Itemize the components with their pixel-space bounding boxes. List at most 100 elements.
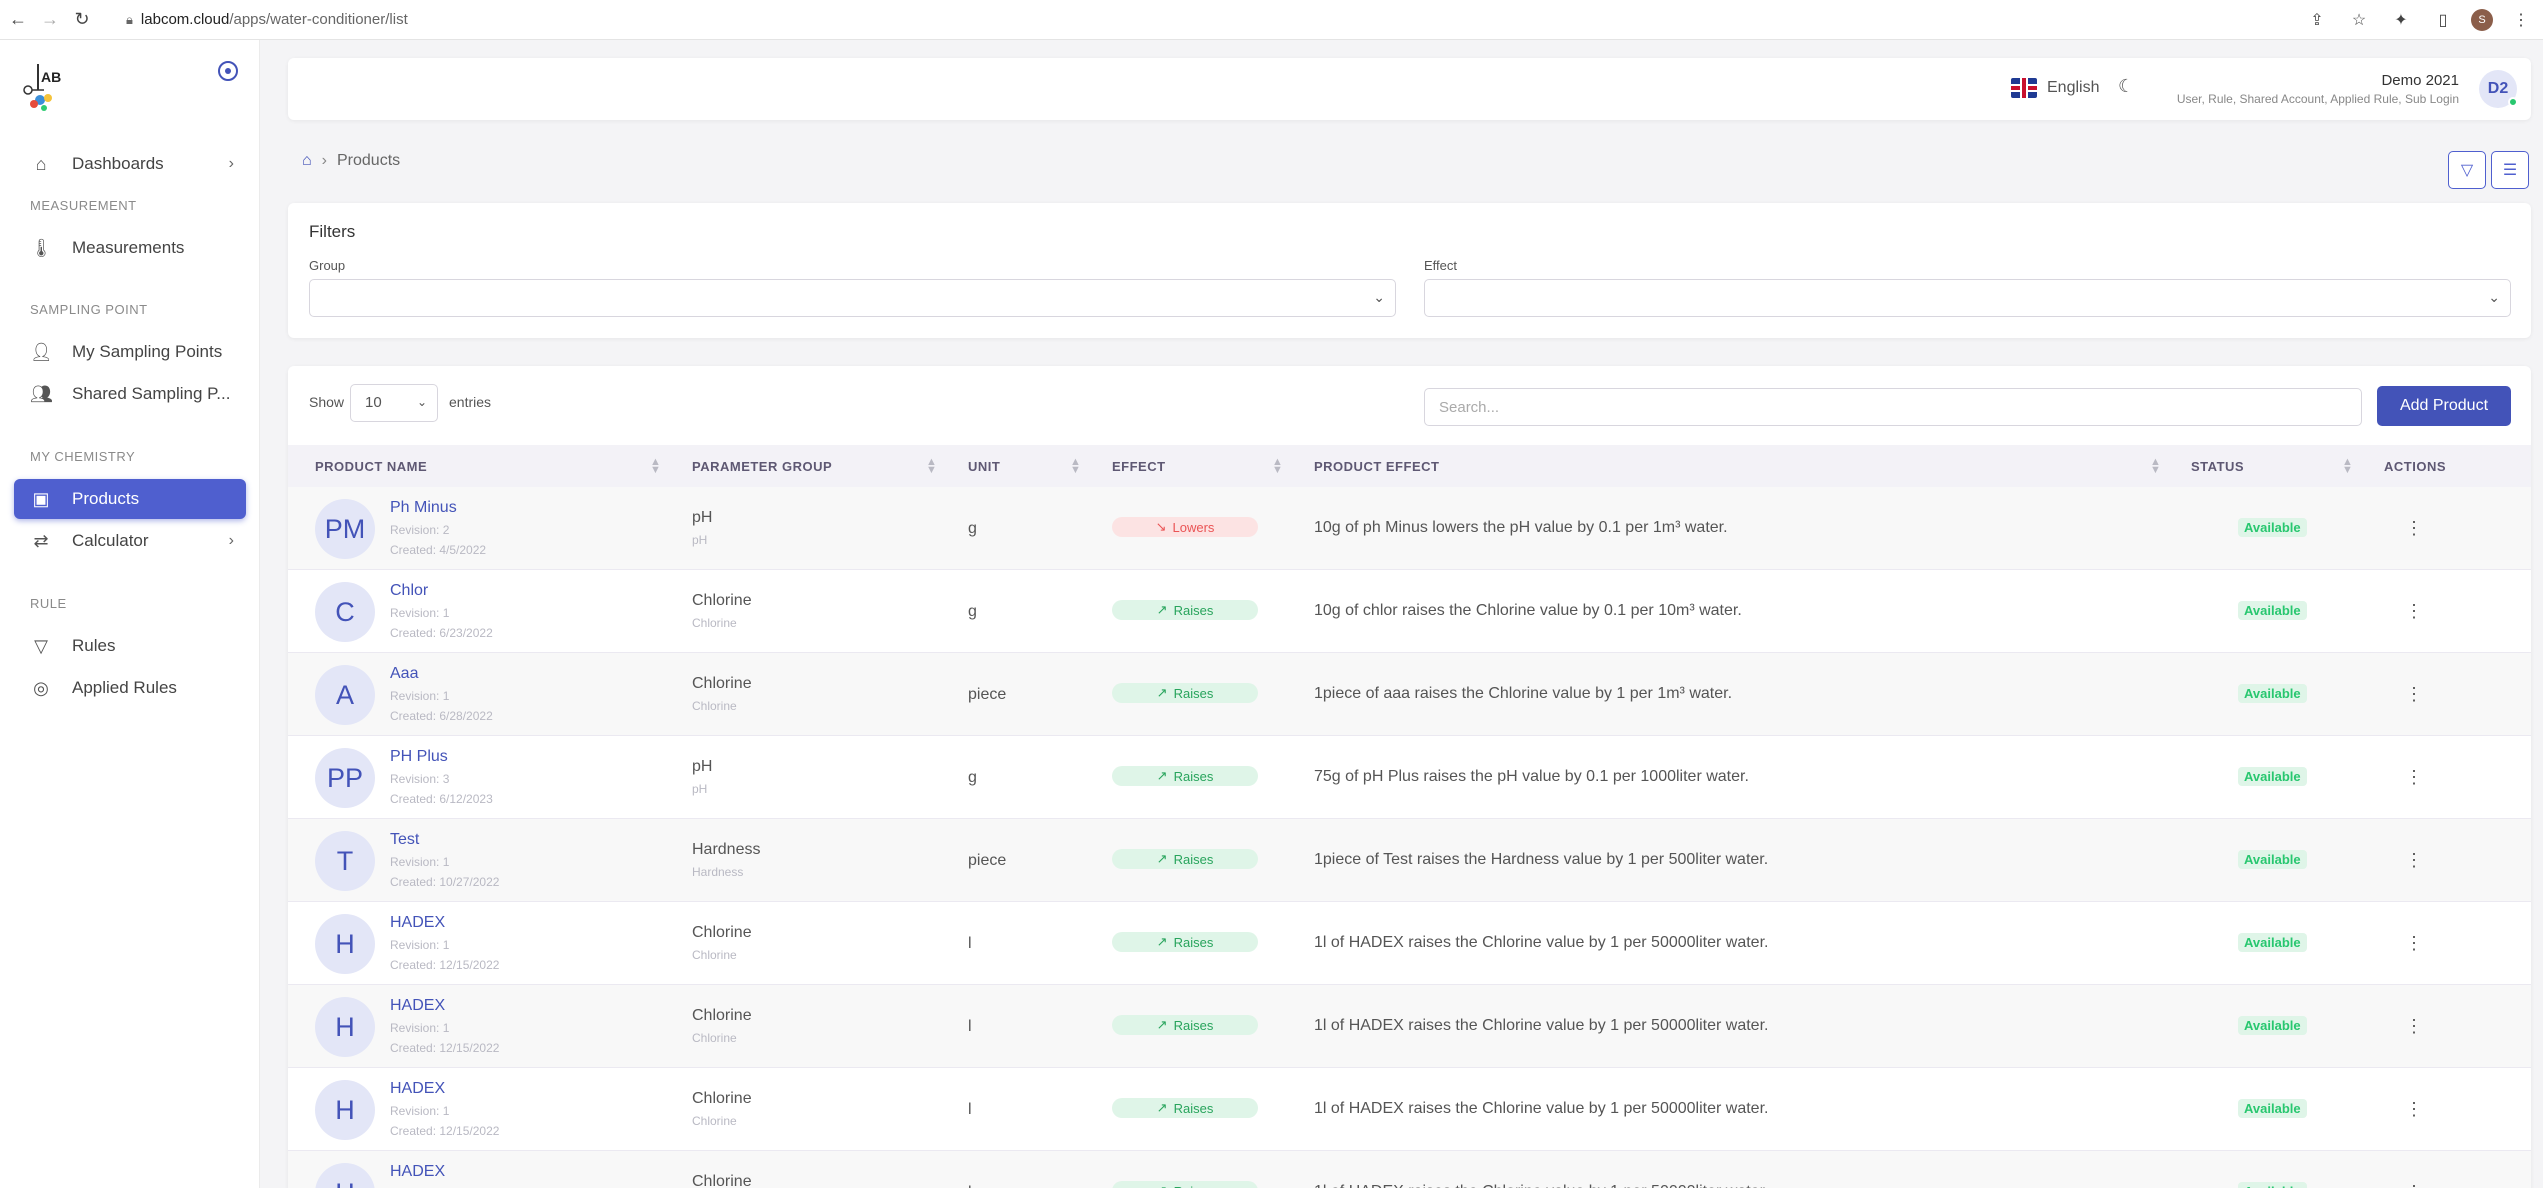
status-badge: Available xyxy=(2238,850,2307,869)
browser-menu-icon[interactable]: ⋮ xyxy=(2507,6,2535,34)
add-product-button[interactable]: Add Product xyxy=(2377,386,2511,426)
column-header-product-name[interactable]: PRODUCT NAME xyxy=(315,459,427,474)
product-name-link[interactable]: HADEX xyxy=(390,914,445,932)
sidebar-item-measurements[interactable]: 🌡︎ Measurements xyxy=(14,228,246,268)
product-avatar: H xyxy=(315,1080,375,1140)
sidebar-item-label: Shared Sampling P... xyxy=(72,384,231,403)
sort-icon[interactable]: ▲ ▼ xyxy=(1070,457,1081,476)
product-unit: g xyxy=(968,769,977,786)
more-vertical-icon[interactable]: ⋮ xyxy=(2402,1011,2426,1041)
section-label-sampling-point: SAMPLING POINT xyxy=(30,302,148,317)
product-name-link[interactable]: Aaa xyxy=(390,665,418,683)
reload-icon[interactable]: ↻ xyxy=(68,6,96,34)
thermometer-icon: 🌡︎ xyxy=(30,237,53,258)
product-name-link[interactable]: Ph Minus xyxy=(390,499,457,517)
filter-toggle-button[interactable]: ▽ xyxy=(2448,151,2486,189)
more-vertical-icon[interactable]: ⋮ xyxy=(2402,513,2426,543)
user-avatar[interactable]: D2 xyxy=(2479,70,2518,108)
trending-up-icon: ↗ xyxy=(1156,1100,1168,1115)
sort-icon[interactable]: ▲ ▼ xyxy=(926,457,937,476)
sidebar-item-products[interactable]: ▣ Products xyxy=(14,479,246,519)
home-icon[interactable]: ⌂ xyxy=(302,152,312,170)
more-vertical-icon[interactable]: ⋮ xyxy=(2402,1094,2426,1124)
product-name-link[interactable]: Test xyxy=(390,831,419,849)
group-filter-select[interactable]: ⌄ xyxy=(309,279,1396,317)
parameter-group-sub: Chlorine xyxy=(692,699,737,713)
status-badge: Available xyxy=(2238,933,2307,952)
product-created-date: Created: 10/27/2022 xyxy=(390,875,500,889)
product-unit: l xyxy=(968,935,972,952)
product-name-link[interactable]: HADEX xyxy=(390,1163,445,1181)
chevron-right-icon: › xyxy=(321,152,327,169)
product-name-link[interactable]: Chlor xyxy=(390,582,428,600)
sidebar-item-label: Applied Rules xyxy=(72,678,177,697)
share-icon[interactable]: ⇪ xyxy=(2303,6,2331,34)
product-name-link[interactable]: HADEX xyxy=(390,997,445,1015)
effect-badge: ↗ Raises xyxy=(1112,1098,1258,1118)
effect-badge: ↗ Raises xyxy=(1112,600,1258,620)
language-selector[interactable]: English xyxy=(2011,78,2099,98)
column-header-unit[interactable]: UNIT xyxy=(968,459,1000,474)
sort-icon[interactable]: ▲ ▼ xyxy=(2342,457,2353,476)
trending-up-icon: ↗ xyxy=(1156,1017,1168,1032)
sidebar-item-rules[interactable]: ▽ Rules xyxy=(14,626,246,666)
effect-filter-select[interactable]: ⌄ xyxy=(1424,279,2511,317)
side-panel-icon[interactable]: ▯ xyxy=(2429,6,2457,34)
product-revision: Revision: 1 xyxy=(390,1104,450,1118)
search-input[interactable]: Search... xyxy=(1424,388,2362,426)
more-vertical-icon[interactable]: ⋮ xyxy=(2402,1177,2426,1188)
sidebar-toggle-icon[interactable] xyxy=(218,61,238,81)
effect-label: Raises xyxy=(1173,851,1214,867)
extensions-icon[interactable]: ✦ xyxy=(2387,6,2415,34)
product-effect-description: 10g of chlor raises the Chlorine value b… xyxy=(1314,602,1742,619)
effect-label: Lowers xyxy=(1172,519,1215,535)
product-name-link[interactable]: PH Plus xyxy=(390,748,448,766)
entries-per-page-select[interactable]: 10 ⌄ xyxy=(350,384,438,422)
sidebar-item-label: Dashboards xyxy=(72,154,164,173)
parameter-group: Chlorine xyxy=(692,1007,752,1024)
parameter-group: Chlorine xyxy=(692,1173,752,1188)
column-header-effect[interactable]: EFFECT xyxy=(1112,459,1166,474)
table-row: T Test Revision: 1 Created: 10/27/2022 Hardn… xyxy=(288,819,2531,902)
back-icon[interactable]: ← xyxy=(4,6,32,34)
parameter-group: Chlorine xyxy=(692,592,752,609)
product-created-date: Created: 12/15/2022 xyxy=(390,958,500,972)
product-avatar: H xyxy=(315,997,375,1057)
star-icon[interactable]: ☆ xyxy=(2345,6,2373,34)
sort-icon[interactable]: ▲ ▼ xyxy=(2150,457,2161,476)
sidebar-item-applied-rules[interactable]: ◎ Applied Rules xyxy=(14,668,246,708)
more-vertical-icon[interactable]: ⋮ xyxy=(2402,845,2426,875)
forward-icon[interactable]: → xyxy=(36,6,64,34)
status-badge: Available xyxy=(2238,518,2307,537)
more-vertical-icon[interactable]: ⋮ xyxy=(2402,762,2426,792)
dark-mode-moon-icon[interactable]: ☾ xyxy=(2118,76,2134,97)
product-effect-description: 1l of HADEX raises the Chlorine value by… xyxy=(1314,1017,1769,1034)
more-vertical-icon[interactable]: ⋮ xyxy=(2402,679,2426,709)
column-header-parameter-group[interactable]: PARAMETER GROUP xyxy=(692,459,832,474)
trending-up-icon: ↗ xyxy=(1156,768,1168,783)
product-revision: Revision: 1 xyxy=(390,606,450,620)
effect-label: Raises xyxy=(1173,1017,1214,1033)
sort-icon[interactable]: ▲ ▼ xyxy=(1272,457,1283,476)
uk-flag-icon xyxy=(2011,78,2037,98)
sidebar-item-dashboards[interactable]: ⌂ Dashboards › xyxy=(14,144,246,184)
effect-badge: ↗ Raises xyxy=(1112,683,1258,703)
column-header-status[interactable]: STATUS xyxy=(2191,459,2244,474)
sidebar-item-calculator[interactable]: ⇄ Calculator › xyxy=(14,521,246,561)
product-effect-description: 1l of HADEX raises the Chlorine value by… xyxy=(1314,1100,1769,1117)
sidebar-item-shared-sampling-points[interactable]: 👥︎ Shared Sampling P... xyxy=(14,374,246,414)
product-unit: l xyxy=(968,1184,972,1188)
user-icon: 👤︎ xyxy=(30,341,53,362)
list-view-button[interactable]: ☰ xyxy=(2491,151,2529,189)
address-bar[interactable]: 🔒︎ labcom.cloud/apps/water-conditioner/l… xyxy=(126,11,408,28)
more-vertical-icon[interactable]: ⋮ xyxy=(2402,928,2426,958)
effect-badge: ↗ Raises xyxy=(1112,849,1258,869)
parameter-group-sub: Chlorine xyxy=(692,616,737,630)
profile-avatar[interactable]: S xyxy=(2471,9,2493,31)
sort-icon[interactable]: ▲ ▼ xyxy=(650,457,661,476)
column-header-product-effect[interactable]: PRODUCT EFFECT xyxy=(1314,459,1439,474)
sidebar-item-my-sampling-points[interactable]: 👤︎ My Sampling Points xyxy=(14,332,246,372)
product-name-link[interactable]: HADEX xyxy=(390,1080,445,1098)
more-vertical-icon[interactable]: ⋮ xyxy=(2402,596,2426,626)
url-path: /apps/water-conditioner/list xyxy=(229,11,408,28)
